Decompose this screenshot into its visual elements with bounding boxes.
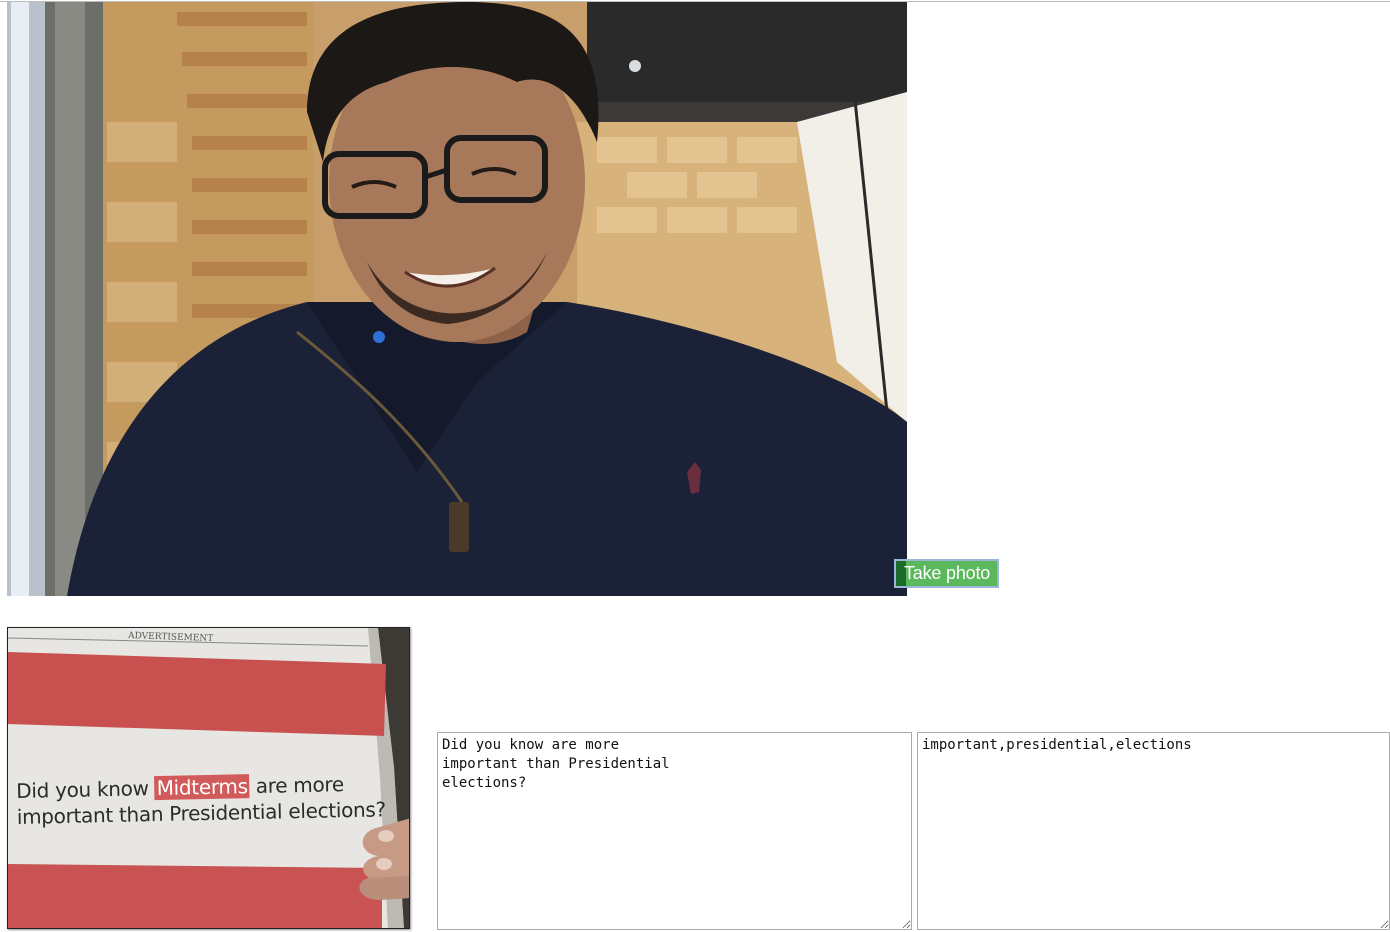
take-photo-label: Take photo (904, 563, 991, 583)
red-band-bottom (8, 864, 382, 928)
ocr-text-area[interactable]: Did you know are more important than Pre… (437, 732, 912, 930)
ad-caption: Did you know Midterms are more important… (16, 770, 397, 830)
caption-before: Did you know (16, 776, 155, 803)
captured-photo: ADVERTISEMENT 3 Did you know Midterms ar… (7, 627, 410, 929)
red-band-top (8, 652, 386, 736)
keywords-text-area[interactable]: important,presidential,elections (917, 732, 1390, 930)
webcam-video (7, 2, 907, 596)
caption-highlight: Midterms (154, 774, 250, 801)
take-photo-button[interactable]: Take photo (894, 559, 999, 588)
